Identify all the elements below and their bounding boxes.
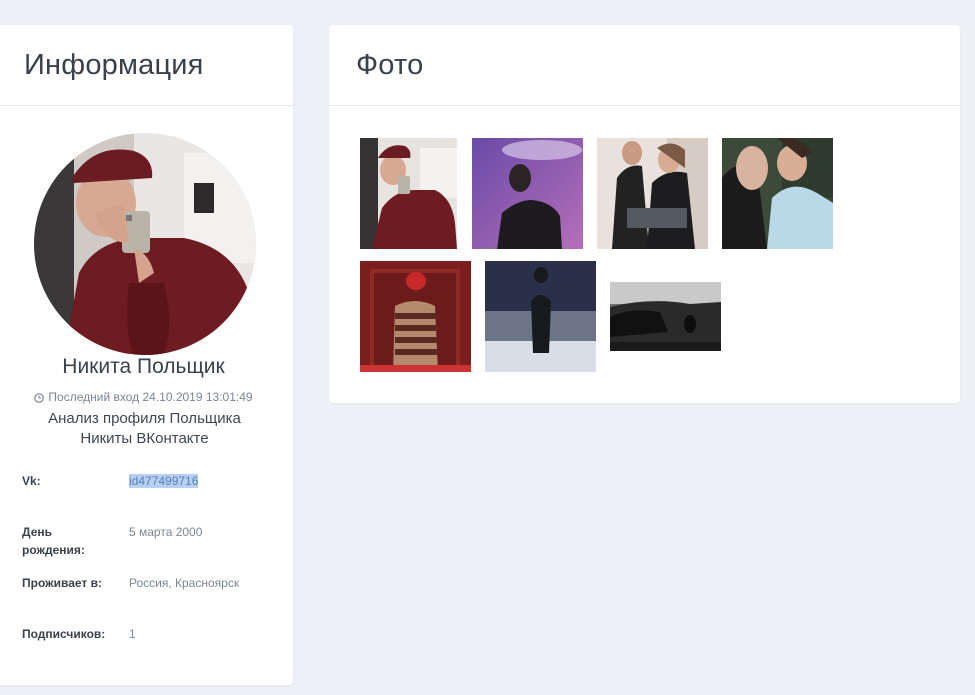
- profile-name: Никита Польщик: [62, 355, 225, 378]
- followers-label: Подписчиков:: [22, 627, 106, 641]
- photo-card-title: Фото: [356, 48, 424, 81]
- location-label: Проживает в:: [22, 576, 103, 590]
- birthday-label: День рождения:: [22, 525, 85, 557]
- profile-description: Анализ профиля Польщика Никиты ВКонтакте: [48, 410, 241, 447]
- info-card-title: Информация: [24, 48, 204, 81]
- photo-thumbnail[interactable]: [597, 138, 708, 249]
- photo-thumbnail[interactable]: [722, 138, 833, 249]
- photo-thumbnail[interactable]: [472, 138, 583, 249]
- photo-thumbnail[interactable]: [610, 282, 721, 351]
- photo-card: Фото: [329, 25, 960, 403]
- photo-thumbnail[interactable]: [485, 261, 596, 372]
- info-card: Информация Никита Польщик Последний вход…: [0, 25, 293, 685]
- last-seen: Последний вход 24.10.2019 13:01:49: [0, 390, 293, 404]
- vk-label: Vk:: [22, 474, 41, 488]
- last-seen-text: Последний вход 24.10.2019 13:01:49: [48, 390, 253, 404]
- clock-icon: [34, 392, 45, 403]
- location-value: Россия, Красноярск: [129, 576, 240, 590]
- photo-thumbnail[interactable]: [360, 138, 457, 249]
- vk-id-link[interactable]: id477499716: [129, 474, 199, 488]
- birthday-value: 5 марта 2000: [129, 525, 203, 539]
- info-card-header: Информация: [0, 25, 293, 106]
- vk-value[interactable]: id477499716: [129, 472, 199, 490]
- photo-thumbnail[interactable]: [360, 261, 471, 372]
- followers-value: 1: [129, 627, 136, 641]
- avatar[interactable]: [34, 133, 256, 355]
- photo-card-header: Фото: [329, 25, 960, 106]
